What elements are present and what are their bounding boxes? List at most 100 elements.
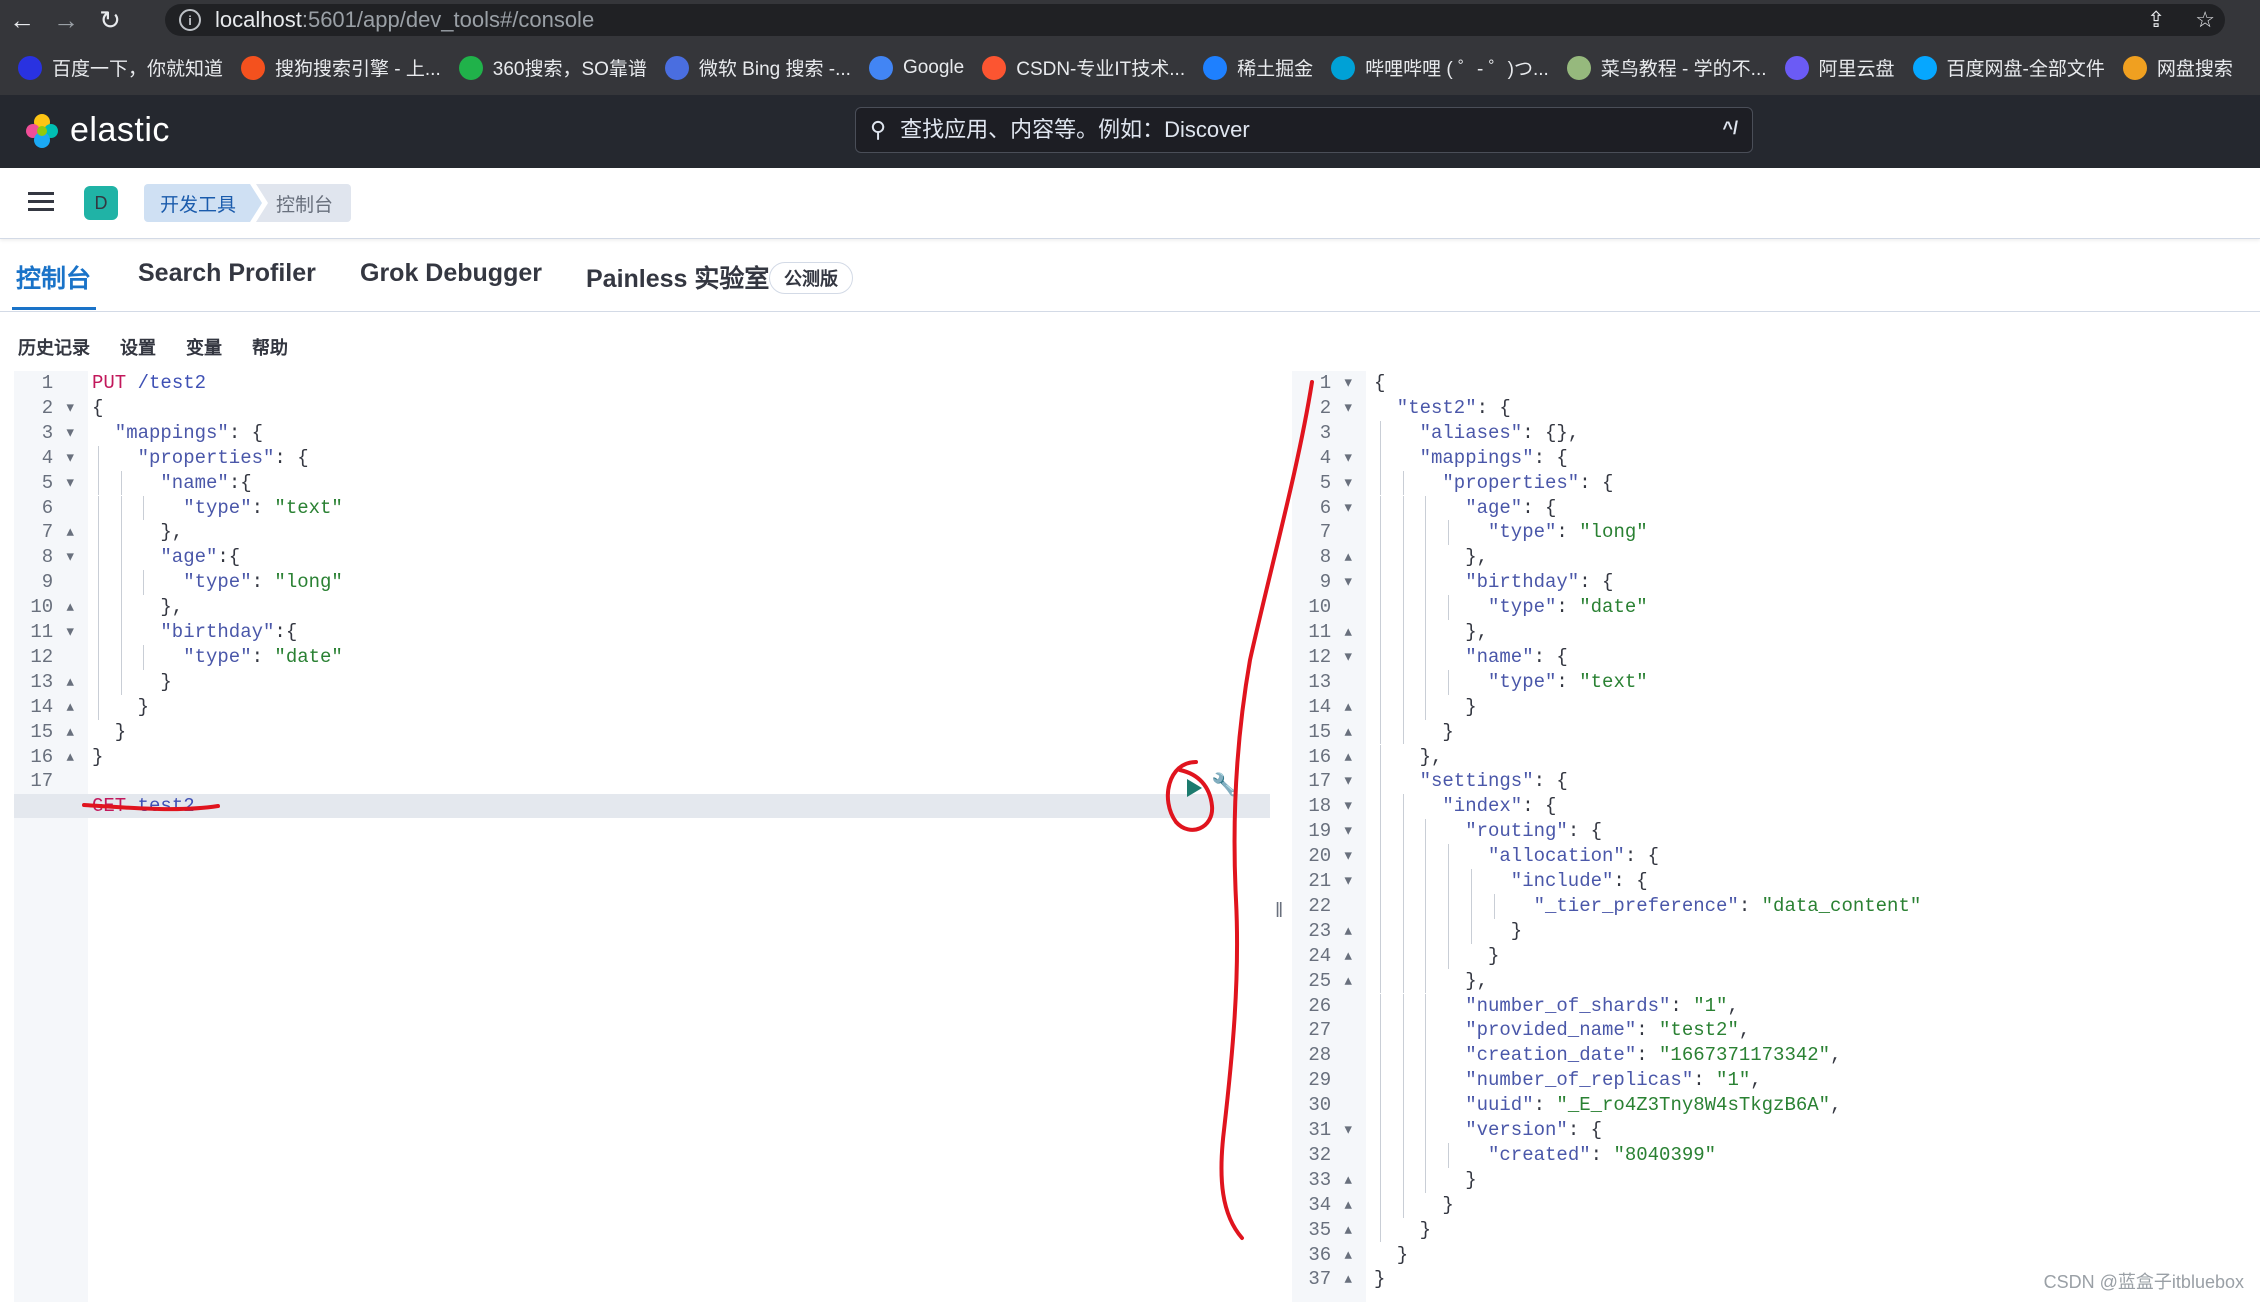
share-icon[interactable]: ⇪ bbox=[2147, 7, 2165, 33]
code-line: "version": { bbox=[1465, 1119, 1603, 1141]
indent-guide bbox=[120, 470, 122, 496]
space-avatar[interactable]: D bbox=[84, 186, 118, 220]
indent-guide bbox=[1379, 495, 1381, 521]
indent-guide bbox=[1379, 595, 1381, 620]
bookmark-item[interactable]: CSDN-专业IT技术... bbox=[982, 54, 1185, 81]
url-text[interactable]: localhost:5601/app/dev_tools#/console bbox=[215, 7, 594, 33]
indent-guide bbox=[1379, 1093, 1381, 1118]
code-line: "type": "text" bbox=[183, 496, 343, 519]
elastic-logo[interactable]: elastic bbox=[24, 111, 170, 150]
play-icon[interactable] bbox=[1187, 779, 1202, 797]
line-number: 5 ▾ bbox=[41, 471, 76, 494]
history-link[interactable]: 历史记录 bbox=[18, 334, 90, 360]
bookmark-item[interactable]: 菜鸟教程 - 学的不... bbox=[1566, 54, 1767, 81]
indent-guide bbox=[1425, 545, 1427, 571]
tab-painless-lab[interactable]: Painless 实验室 bbox=[586, 259, 769, 295]
bookmark-item[interactable]: 360搜索，SO靠谱 bbox=[458, 54, 647, 81]
bookmark-item[interactable]: 百度网盘-全部文件 bbox=[1912, 54, 2105, 81]
csdn-icon bbox=[982, 55, 1007, 80]
sogou-icon bbox=[241, 55, 266, 80]
line-number: 30 bbox=[1308, 1094, 1354, 1117]
pane-resize-handle[interactable]: ‖ bbox=[1275, 900, 1283, 923]
bookmark-item[interactable]: 哔哩哔哩 ( ゜- ゜)つ... bbox=[1331, 54, 1549, 81]
menu-icon[interactable] bbox=[28, 192, 54, 212]
line-number: 3 ▾ bbox=[41, 421, 76, 444]
bookmark-label: 哔哩哔哩 ( ゜- ゜)つ... bbox=[1365, 59, 1549, 80]
tab-search-profiler[interactable]: Search Profiler bbox=[138, 259, 316, 288]
settings-link[interactable]: 设置 bbox=[120, 334, 156, 360]
code-line: "settings": { bbox=[1419, 770, 1568, 793]
code-line: "properties": { bbox=[137, 446, 309, 469]
site-info-icon[interactable]: i bbox=[179, 9, 201, 31]
bookmark-item[interactable]: 百度一下，你就知道 bbox=[18, 54, 223, 81]
indent-guide bbox=[1448, 918, 1450, 944]
indent-guide bbox=[1379, 1167, 1381, 1193]
indent-guide bbox=[1379, 844, 1381, 869]
indent-guide bbox=[120, 669, 122, 695]
help-link[interactable]: 帮助 bbox=[252, 334, 288, 360]
back-arrow-icon[interactable]: ← bbox=[0, 0, 44, 40]
line-number: 21 ▾ bbox=[1308, 870, 1354, 892]
bookmark-item[interactable]: 网盘搜索 bbox=[2122, 54, 2233, 81]
indent-guide bbox=[1379, 744, 1381, 770]
forward-arrow-icon[interactable]: → bbox=[44, 0, 88, 40]
line-number: 11 ▴ bbox=[1308, 621, 1354, 643]
address-bar[interactable]: i localhost:5601/app/dev_tools#/console … bbox=[165, 4, 2225, 36]
global-search[interactable]: ⚲ ^/ bbox=[855, 107, 1753, 153]
reload-icon[interactable]: ↻ bbox=[88, 0, 132, 40]
code-line: "number_of_replicas": "1", bbox=[1465, 1069, 1762, 1092]
code-line: "birthday":{ bbox=[160, 621, 298, 643]
code-line: }, bbox=[1465, 969, 1488, 992]
line-number: 31 ▾ bbox=[1308, 1119, 1354, 1141]
indent-guide bbox=[1425, 1118, 1427, 1143]
bookmark-item[interactable]: 微软 Bing 搜索 -... bbox=[664, 54, 851, 81]
indent-guide bbox=[1425, 819, 1427, 845]
indent-guide bbox=[97, 694, 99, 720]
global-search-input[interactable] bbox=[898, 116, 1683, 144]
indent-guide bbox=[1402, 694, 1404, 720]
bookmark-star-icon[interactable]: ☆ bbox=[2195, 7, 2215, 33]
bookmark-label: 阿里云盘 bbox=[1818, 59, 1895, 80]
tab-console[interactable]: 控制台 bbox=[16, 259, 91, 295]
variables-link[interactable]: 变量 bbox=[186, 334, 222, 360]
code-line: "uuid": "_E_ro4Z3Tny8W4sTkgzB6A", bbox=[1465, 1094, 1842, 1117]
watermark: CSDN @蓝盒子itbluebox bbox=[2043, 1272, 2244, 1292]
code-line: } bbox=[1419, 1218, 1431, 1241]
elastic-logo-icon bbox=[26, 113, 58, 148]
bookmark-label: 微软 Bing 搜索 -... bbox=[698, 59, 851, 80]
code-line: GET test2 bbox=[92, 795, 195, 818]
breadcrumb-dev-tools[interactable]: 开发工具 bbox=[144, 184, 262, 222]
breadcrumb-bar: D 开发工具 控制台 bbox=[0, 168, 2260, 239]
code-line: "age": { bbox=[1465, 496, 1557, 519]
code-line: "include": { bbox=[1510, 870, 1648, 892]
code-line: "type": "date" bbox=[183, 645, 343, 668]
line-number: 37 ▴ bbox=[1308, 1268, 1354, 1291]
bookmark-item[interactable]: Google bbox=[868, 55, 964, 80]
indent-guide bbox=[1379, 1068, 1381, 1094]
bookmark-item[interactable]: 搜狗搜索引擎 - 上... bbox=[241, 54, 441, 81]
request-editor[interactable]: 1 2 ▾ 3 ▾ 4 ▾ 5 ▾ 6 7 ▴ 8 ▾ 9 10 ▴ 11 ▾ 12 13 ▴ 1… bbox=[14, 371, 1270, 1302]
line-number: 14 ▴ bbox=[30, 695, 76, 718]
line-number: 12 bbox=[30, 645, 76, 668]
indent-guide bbox=[1402, 1118, 1404, 1143]
indent-guide bbox=[97, 495, 99, 521]
indent-guide bbox=[1425, 1093, 1427, 1118]
runoob-icon bbox=[1566, 55, 1591, 80]
bookmark-item[interactable]: 稀土掘金 bbox=[1203, 54, 1313, 81]
line-number: 32 bbox=[1308, 1143, 1354, 1166]
line-number: 24 ▴ bbox=[1308, 944, 1354, 967]
tab-grok-debugger[interactable]: Grok Debugger bbox=[360, 259, 542, 288]
indent-guide bbox=[1402, 570, 1404, 596]
indent-guide bbox=[1379, 968, 1381, 994]
indent-guide bbox=[1379, 620, 1381, 645]
code-line: { bbox=[1374, 372, 1386, 394]
indent-guide bbox=[97, 445, 99, 471]
indent-guide bbox=[1448, 844, 1450, 869]
bookmark-label: CSDN-专业IT技术... bbox=[1016, 59, 1186, 80]
indent-guide bbox=[1425, 918, 1427, 944]
indent-guide bbox=[1448, 595, 1450, 620]
indent-guide bbox=[1379, 819, 1381, 845]
bookmark-item[interactable]: 阿里云盘 bbox=[1784, 54, 1895, 81]
wrench-icon[interactable]: 🔧 bbox=[1211, 773, 1238, 798]
bookmark-label: 菜鸟教程 - 学的不... bbox=[1600, 59, 1767, 80]
